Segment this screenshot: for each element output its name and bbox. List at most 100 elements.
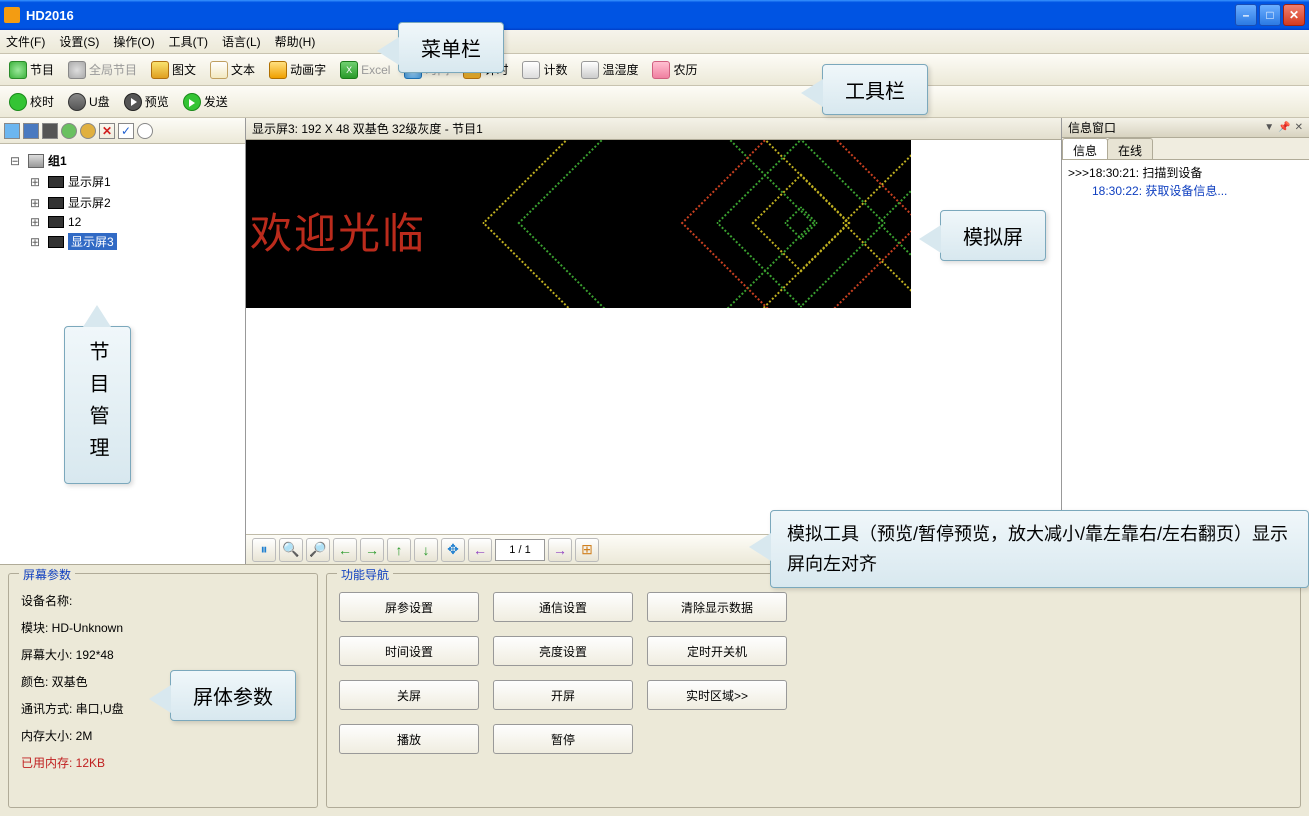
tree-item-1[interactable]: ⊞ 显示屏2 bbox=[6, 192, 239, 213]
menu-file[interactable]: 文件(F) bbox=[6, 33, 45, 50]
menu-setting[interactable]: 设置(S) bbox=[59, 33, 99, 50]
sim-zoomout[interactable]: 🔎 bbox=[306, 538, 330, 562]
info-pin-icon[interactable]: ▼ bbox=[1264, 122, 1274, 133]
tree-item-2[interactable]: ⊞ 12 bbox=[6, 213, 239, 231]
tree-btn-add[interactable] bbox=[42, 123, 58, 139]
nav-btn-10[interactable]: 暂停 bbox=[493, 724, 633, 754]
sim-alignleft[interactable]: ⊞ bbox=[575, 538, 599, 562]
nav-btn-8[interactable]: 实时区域>> bbox=[647, 680, 787, 710]
sim-down[interactable]: ↓ bbox=[414, 538, 438, 562]
menubar: 文件(F) 设置(S) 操作(O) 工具(T) 语言(L) 帮助(H) bbox=[0, 30, 1309, 54]
params-title: 屏幕参数 bbox=[19, 566, 75, 583]
pic-icon bbox=[151, 61, 169, 79]
tree-toolbar: ✕ ✓ bbox=[0, 118, 245, 144]
sim-up[interactable]: ↑ bbox=[387, 538, 411, 562]
sim-left[interactable]: ← bbox=[333, 538, 357, 562]
tree-btn-check[interactable]: ✓ bbox=[118, 123, 134, 139]
info-pin2-icon[interactable]: 📌 bbox=[1278, 122, 1290, 133]
sim-prevpage[interactable]: ← bbox=[468, 538, 492, 562]
tb-text[interactable]: 文本 bbox=[207, 59, 258, 81]
tb-preview[interactable]: 预览 bbox=[121, 91, 172, 113]
sim-page: 1 / 1 bbox=[495, 539, 545, 561]
program-icon bbox=[9, 61, 27, 79]
nav-btn-4[interactable]: 亮度设置 bbox=[493, 636, 633, 666]
send-icon bbox=[183, 93, 201, 111]
info-body: >>>18:30:21: 扫描到设备 18:30:22: 获取设备信息... bbox=[1062, 160, 1309, 564]
text-icon bbox=[210, 61, 228, 79]
param-mem: 内存大小: 2M bbox=[21, 727, 305, 744]
tb-send[interactable]: 发送 bbox=[180, 91, 231, 113]
center-header: 显示屏3: 192 X 48 双基色 32级灰度 - 节目1 bbox=[246, 118, 1061, 140]
tb-program[interactable]: 节目 bbox=[6, 59, 57, 81]
tree-btn-down[interactable] bbox=[80, 123, 96, 139]
led-text: 欢迎光临 bbox=[250, 200, 426, 261]
close-button[interactable]: ✕ bbox=[1283, 4, 1305, 26]
tab-online[interactable]: 在线 bbox=[1107, 138, 1153, 159]
tb-lunar[interactable]: 农历 bbox=[649, 59, 700, 81]
count-icon bbox=[522, 61, 540, 79]
param-module: 模块: HD-Unknown bbox=[21, 619, 305, 636]
callout-simtool: 模拟工具（预览/暂停预览，放大减小/靠左靠右/左右翻页）显示屏向左对齐 bbox=[770, 510, 1309, 588]
tb-pic[interactable]: 图文 bbox=[148, 59, 199, 81]
tree-btn-delete[interactable]: ✕ bbox=[99, 123, 115, 139]
nav-title: 功能导航 bbox=[337, 566, 393, 583]
lunar-icon bbox=[652, 61, 670, 79]
preview-icon bbox=[124, 93, 142, 111]
nav-btn-0[interactable]: 屏参设置 bbox=[339, 592, 479, 622]
info-panel: 信息窗口 ▼ 📌 ✕ 信息 在线 >>>18:30:21: 扫描到设备 18:3… bbox=[1061, 118, 1309, 564]
nav-btn-5[interactable]: 定时开关机 bbox=[647, 636, 787, 666]
tree-btn-search[interactable] bbox=[137, 123, 153, 139]
titlebar: HD2016 – □ ✕ bbox=[0, 0, 1309, 30]
nav-btn-1[interactable]: 通信设置 bbox=[493, 592, 633, 622]
tb-usb[interactable]: U盘 bbox=[65, 91, 113, 113]
center-panel: 显示屏3: 192 X 48 双基色 32级灰度 - 节目1 欢迎光临 ⏸ 🔍 … bbox=[246, 118, 1061, 564]
tb-sync[interactable]: 校时 bbox=[6, 91, 57, 113]
led-screen: 欢迎光临 bbox=[246, 140, 911, 308]
tree-btn-save[interactable] bbox=[23, 123, 39, 139]
callout-menubar: 菜单栏 bbox=[398, 22, 504, 73]
screen-icon bbox=[48, 197, 64, 209]
nav-btn-6[interactable]: 关屏 bbox=[339, 680, 479, 710]
callout-sim: 模拟屏 bbox=[940, 210, 1046, 261]
sim-pause[interactable]: ⏸ bbox=[252, 538, 276, 562]
sim-move[interactable]: ✥ bbox=[441, 538, 465, 562]
anim-icon bbox=[269, 61, 287, 79]
tb-anim[interactable]: 动画字 bbox=[266, 59, 329, 81]
temp-icon bbox=[581, 61, 599, 79]
info-tabs: 信息 在线 bbox=[1062, 138, 1309, 160]
tab-info[interactable]: 信息 bbox=[1062, 138, 1108, 159]
tree-item-3[interactable]: ⊞ 显示屏3 bbox=[6, 231, 239, 252]
sim-area: 欢迎光临 bbox=[246, 140, 1061, 534]
nav-btn-3[interactable]: 时间设置 bbox=[339, 636, 479, 666]
menu-help[interactable]: 帮助(H) bbox=[275, 33, 316, 50]
tree-btn-up[interactable] bbox=[61, 123, 77, 139]
tb-count[interactable]: 计数 bbox=[519, 59, 570, 81]
info-header: 信息窗口 ▼ 📌 ✕ bbox=[1062, 118, 1309, 138]
info-close-icon[interactable]: ✕ bbox=[1295, 122, 1303, 133]
nav-btn-2[interactable]: 清除显示数据 bbox=[647, 592, 787, 622]
screen-icon bbox=[48, 216, 64, 228]
minimize-button[interactable]: – bbox=[1235, 4, 1257, 26]
tb-temp[interactable]: 温湿度 bbox=[578, 59, 641, 81]
param-device: 设备名称: bbox=[21, 592, 305, 609]
tree-body: ⊟ 组1 ⊞ 显示屏1 ⊞ 显示屏2 ⊞ 12 ⊞ 显示屏3 bbox=[0, 144, 245, 258]
tb-global[interactable]: 全局节目 bbox=[65, 59, 140, 81]
callout-toolbar: 工具栏 bbox=[822, 64, 928, 115]
tree-btn-new[interactable] bbox=[4, 123, 20, 139]
info-line2: 18:30:22: 获取设备信息... bbox=[1068, 182, 1303, 200]
menu-operate[interactable]: 操作(O) bbox=[113, 33, 154, 50]
maximize-button[interactable]: □ bbox=[1259, 4, 1281, 26]
nav-btn-7[interactable]: 开屏 bbox=[493, 680, 633, 710]
menu-tool[interactable]: 工具(T) bbox=[169, 33, 208, 50]
sim-zoomin[interactable]: 🔍 bbox=[279, 538, 303, 562]
callout-tree: 节目管理 bbox=[64, 326, 131, 484]
screen-icon bbox=[48, 236, 64, 248]
group-icon bbox=[28, 154, 44, 168]
sim-right[interactable]: → bbox=[360, 538, 384, 562]
tree-item-0[interactable]: ⊞ 显示屏1 bbox=[6, 171, 239, 192]
nav-btn-9[interactable]: 播放 bbox=[339, 724, 479, 754]
menu-lang[interactable]: 语言(L) bbox=[222, 33, 261, 50]
sim-nextpage[interactable]: → bbox=[548, 538, 572, 562]
global-icon bbox=[68, 61, 86, 79]
tree-group[interactable]: ⊟ 组1 bbox=[6, 150, 239, 171]
